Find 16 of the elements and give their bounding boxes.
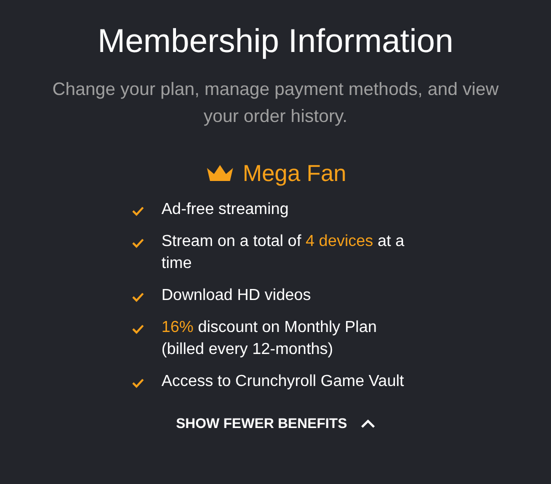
crown-icon: [204, 164, 235, 184]
check-icon: [132, 378, 144, 388]
benefit-text: 16% discount on Monthly Plan (billed every 12-months): [162, 318, 378, 360]
plan-name: Mega Fan: [242, 160, 346, 187]
benefit-text: Access to Crunchyroll Game Vault: [162, 372, 405, 392]
benefit-text: Ad-free streaming: [162, 200, 290, 220]
page-subtitle: Change your plan, manage payment methods, and view your order history.: [51, 78, 500, 128]
chevron-icon: [361, 418, 376, 428]
page-title: Membership Information: [98, 22, 454, 60]
check-icon: [132, 324, 144, 334]
show-fewer-benefits-button[interactable]: SHOW FEWER BENEFITS: [172, 411, 380, 435]
benefit-text: Stream on a total of 4 devices at a time: [162, 232, 406, 274]
benefit-text: Download HD videos: [162, 286, 312, 306]
check-icon: [132, 238, 144, 248]
check-icon: [132, 292, 144, 302]
check-icon: [132, 206, 144, 216]
